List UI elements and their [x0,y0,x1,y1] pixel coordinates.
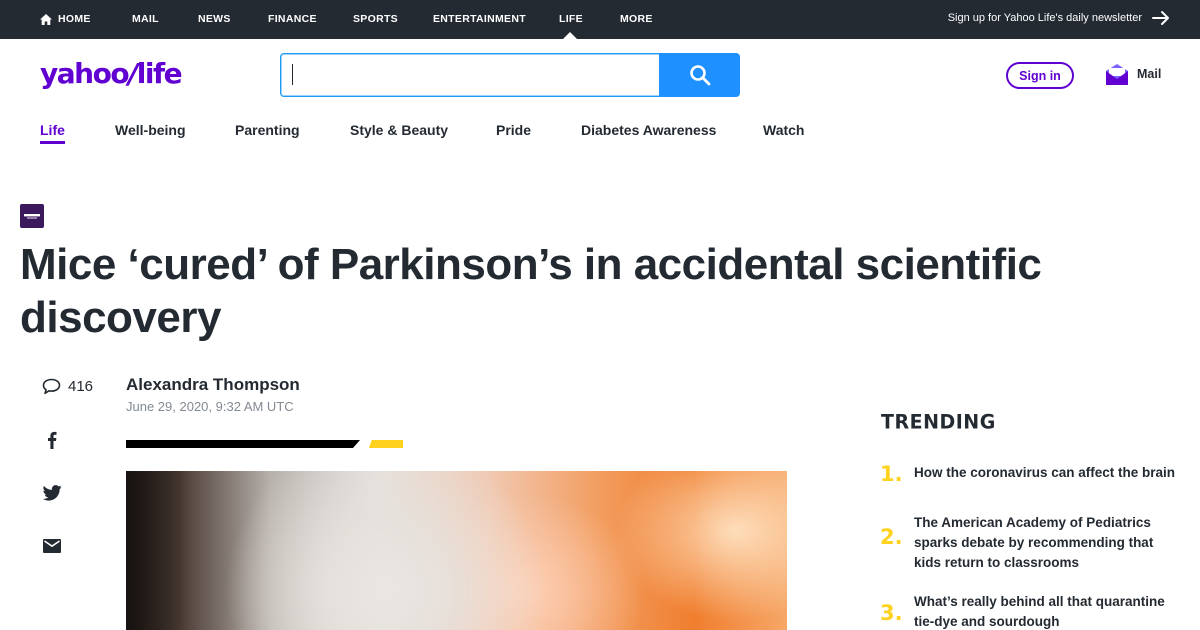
topnav-home[interactable]: HOME [40,13,91,25]
publisher-logo-icon [24,214,40,219]
newsletter-signup-link[interactable]: Sign up for Yahoo Life's daily newslette… [948,10,1170,26]
search-icon [689,65,710,86]
logo-slash: / [128,57,138,90]
topnav-entertainment[interactable]: ENTERTAINMENT [433,13,526,25]
search-button[interactable] [659,53,740,97]
twitter-icon [42,485,62,501]
share-twitter-button[interactable] [42,483,62,503]
comment-count: 416 [68,378,94,395]
comment-bubble-icon [42,378,61,395]
trending-item[interactable]: 3. What’s really behind all that quarant… [880,592,1180,630]
mail-link[interactable]: Mail [1105,62,1161,86]
publish-date: June 29, 2020, 9:32 AM UTC [126,399,294,414]
publisher-logo[interactable] [20,204,44,228]
secnav-active-underline [40,141,65,144]
article-headline: Mice ‘cured’ of Parkinson’s in accidenta… [20,240,1042,342]
secnav-watch[interactable]: Watch [763,122,804,138]
trending-item-number: 3. [880,601,903,625]
byline-divider-black [126,440,360,448]
trending-item-number: 2. [880,525,903,549]
topnav-life[interactable]: LIFE [559,13,583,25]
logo-sub: life [136,57,183,90]
secnav-pride[interactable]: Pride [496,122,531,138]
arrow-right-icon [1152,11,1169,25]
topnav-mail[interactable]: MAIL [132,13,159,25]
topnav-news[interactable]: NEWS [198,13,231,25]
newsletter-label: Sign up for Yahoo Life's daily newslette… [947,12,1142,24]
search-input[interactable] [280,53,660,97]
trending-item[interactable]: 2. The American Academy of Pediatrics sp… [880,513,1180,573]
article-hero-image [126,471,787,630]
trending-item-link[interactable]: How the coronavirus can affect the brain [914,463,1180,485]
yahoo-life-logo[interactable]: yahoo/life [40,57,183,91]
hero-image-shadow [126,471,186,630]
mail-label: Mail [1137,67,1162,81]
trending-title: TRENDING [881,410,996,434]
secnav-diabetes-awareness[interactable]: Diabetes Awareness [581,122,716,138]
trending-item[interactable]: 1. How the coronavirus can affect the br… [880,463,1180,485]
topnav-more[interactable]: MORE [620,13,653,25]
mail-envelope-icon [1106,64,1128,85]
home-icon [40,13,52,25]
share-facebook-button[interactable] [42,430,62,450]
topnav-active-indicator [563,32,577,39]
topnav-finance[interactable]: FINANCE [268,13,317,25]
trending-item-link[interactable]: The American Academy of Pediatrics spark… [914,513,1180,573]
comments-button[interactable]: 416 [42,378,93,395]
secnav-well-being[interactable]: Well-being [115,122,186,138]
facebook-icon [48,431,57,449]
email-icon [43,539,61,553]
secnav-life[interactable]: Life [40,122,65,138]
share-email-button[interactable] [42,536,62,556]
secnav-style-beauty[interactable]: Style & Beauty [350,122,448,138]
secnav-parenting[interactable]: Parenting [235,122,300,138]
text-cursor [292,64,293,85]
topnav-home-label: HOME [58,13,91,25]
trending-item-link[interactable]: What’s really behind all that quarantine… [914,592,1180,630]
topnav-sports[interactable]: SPORTS [353,13,398,25]
logo-main: yahoo [40,57,130,90]
trending-item-number: 1. [880,462,903,486]
top-bar: HOME MAIL NEWS FINANCE SPORTS ENTERTAINM… [0,0,1200,39]
author-name[interactable]: Alexandra Thompson [126,375,300,395]
byline-divider-yellow [369,440,403,448]
sign-in-button[interactable]: Sign in [1006,62,1074,89]
